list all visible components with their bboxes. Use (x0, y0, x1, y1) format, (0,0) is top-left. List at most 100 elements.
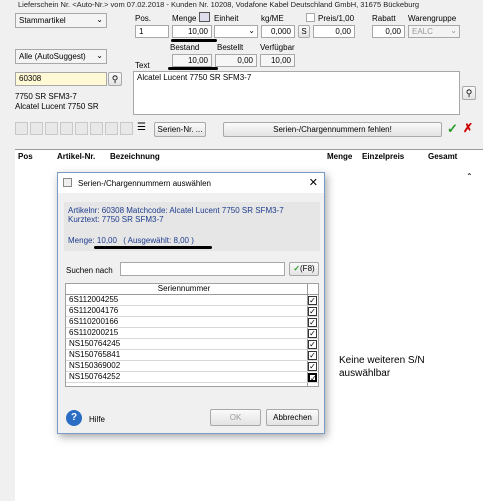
chevron-down-icon: ⌄ (96, 51, 103, 60)
col-menge: Menge (327, 152, 353, 161)
article-number-input[interactable]: 60308 (15, 72, 107, 86)
serial-row[interactable]: 6S110200215 ✓ (66, 328, 318, 339)
pos-label: Pos. (135, 14, 152, 23)
menge-selection-mark (94, 246, 212, 249)
checkbox-checked-icon[interactable]: ✓ (308, 340, 317, 349)
price-flag-box[interactable] (306, 13, 315, 22)
grid-scroll-arrow-icon[interactable]: ⌃ (466, 172, 473, 181)
search-icon: ⚲ (111, 74, 119, 84)
col-gesamt: Gesamt (428, 152, 458, 161)
list-icon[interactable]: ☰ (137, 122, 150, 135)
info-kurztext: Kurztext: 7750 SR SFM3-7 (68, 215, 164, 224)
bestand-highlight-mark (168, 67, 218, 70)
calendar-icon (199, 12, 210, 22)
serial-row[interactable]: NS150764252 ✓ (66, 372, 318, 383)
search-label: Suchen nach (66, 266, 113, 275)
edit-row-icon[interactable] (60, 122, 73, 135)
rabatt-label: Rabatt (372, 14, 396, 23)
check-icon: ✓ (293, 264, 301, 273)
dialog-title: Serien-/Chargennummern auswählen (78, 179, 211, 188)
bestellt-value: 0,00 (215, 54, 257, 67)
annotation-text: Keine weiteren S/N auswählbar (339, 355, 425, 379)
chevron-down-icon: ⌄ (248, 26, 255, 35)
rabatt-input[interactable]: 0,00 (372, 25, 405, 38)
warengruppe-label: Warengruppe (408, 14, 457, 23)
info-artikel: Artikelnr: 60308 Matchcode: Alcatel Luce… (68, 206, 284, 215)
outdent-icon[interactable] (120, 122, 133, 135)
autosuggest-select[interactable]: Alle (AutoSuggest) ⌄ (15, 49, 107, 64)
col-bezeichnung: Bezeichnung (110, 152, 160, 161)
abbrechen-button[interactable]: Abbrechen (266, 409, 319, 426)
chevron-down-icon: ⌄ (450, 26, 457, 35)
close-icon[interactable]: ✕ (309, 176, 318, 189)
col-einzelpreis: Einzelpreis (362, 152, 405, 161)
menge-label: Menge (172, 14, 197, 23)
serial-row[interactable]: NS150369002 ✓ (66, 361, 318, 372)
article-text-area[interactable]: Alcatel Lucent 7750 SR SFM3-7 (133, 71, 460, 115)
position-toolbar: ☰ (15, 122, 155, 136)
menge-input[interactable]: 10,00 (172, 25, 212, 38)
new-row-icon[interactable] (15, 122, 28, 135)
pos-input[interactable]: 1 (135, 25, 169, 38)
checkbox-checked-icon[interactable]: ✓ (308, 329, 317, 338)
cancel-x-icon[interactable]: ✗ (463, 121, 473, 135)
col-artikel: Artikel-Nr. (57, 152, 96, 161)
grid-header: Pos Artikel-Nr. Bezeichnung Menge Einzel… (15, 150, 483, 162)
preis-label: Preis/1,00 (318, 14, 355, 23)
bestellt-label: Bestellt (217, 43, 244, 52)
confirm-check-icon[interactable]: ✓ (447, 121, 458, 137)
checkbox-checked-icon[interactable]: ✓ (308, 351, 317, 360)
bestand-value: 10,00 (172, 54, 212, 67)
help-icon[interactable]: ? (66, 410, 82, 426)
copy-row-icon[interactable] (30, 122, 43, 135)
serial-dialog: Serien-/Chargennummern auswählen ✕ Artik… (57, 172, 325, 434)
einheit-select[interactable]: ⌄ (214, 25, 258, 38)
checkbox-checked-icon[interactable]: ✓ (308, 373, 317, 383)
kg-input[interactable]: 0,000 (261, 25, 295, 38)
serial-row[interactable]: 6S112004176 ✓ (66, 306, 318, 317)
f8-search-button[interactable]: ✓(F8) (289, 262, 319, 276)
menge-highlight-mark (171, 39, 217, 42)
article-shorttext: 7750 SR SFM3-7 (15, 92, 77, 101)
indent-icon[interactable] (105, 122, 118, 135)
verfuegbar-label: Verfügbar (260, 43, 295, 52)
chevron-down-icon: ⌄ (96, 15, 103, 24)
einheit-label: Einheit (214, 14, 239, 23)
checkbox-checked-icon[interactable]: ✓ (308, 318, 317, 327)
dialog-app-icon (63, 178, 72, 187)
bestand-label: Bestand (170, 43, 200, 52)
checkbox-checked-icon[interactable]: ✓ (308, 307, 317, 316)
serien-nr-button[interactable]: Serien-Nr. ... (154, 122, 206, 137)
info-menge: Menge: 10,00 ( Ausgewählt: 8,00 ) (68, 236, 194, 245)
checkbox-checked-icon[interactable]: ✓ (308, 362, 317, 371)
move-up-icon[interactable] (75, 122, 88, 135)
warengruppe-select[interactable]: EALC ⌄ (408, 25, 460, 38)
serial-row[interactable]: 6S110200166 ✓ (66, 317, 318, 328)
s-button[interactable]: S (298, 25, 310, 38)
serial-list-header: Seriennummer (66, 284, 318, 295)
ok-button[interactable]: OK (210, 409, 261, 426)
kg-label: kg/ME (261, 14, 284, 23)
dialog-titlebar: Serien-/Chargennummern auswählen ✕ (58, 173, 324, 193)
serial-row[interactable]: 6S112004255 ✓ (66, 295, 318, 306)
search-icon: ⚲ (465, 88, 473, 98)
article-type-select[interactable]: Stammartikel ⌄ (15, 13, 107, 28)
checkbox-checked-icon[interactable]: ✓ (308, 296, 317, 305)
help-label[interactable]: Hilfe (89, 415, 105, 424)
document-header: Lieferschein Nr. <Auto-Nr.> vom 07.02.20… (18, 0, 420, 9)
serial-row[interactable]: NS150765841 ✓ (66, 350, 318, 361)
article-search-button[interactable]: ⚲ (108, 72, 122, 86)
article-matchcode: Alcatel Lucent 7750 SR (15, 102, 99, 111)
col-pos: Pos (18, 152, 33, 161)
text-search-button[interactable]: ⚲ (462, 86, 476, 100)
serial-missing-button[interactable]: Serien-/Chargennummern fehlen! (223, 122, 442, 137)
delete-row-icon[interactable] (45, 122, 58, 135)
preis-input[interactable]: 0,00 (313, 25, 355, 38)
move-down-icon[interactable] (90, 122, 103, 135)
serial-row[interactable]: NS150764245 ✓ (66, 339, 318, 350)
text-label: Text (135, 61, 150, 70)
verfuegbar-value: 10,00 (260, 54, 295, 67)
serial-list[interactable]: Seriennummer 6S112004255 ✓ 6S112004176 ✓ 6… (65, 283, 319, 387)
dialog-info-panel: Artikelnr: 60308 Matchcode: Alcatel Luce… (64, 202, 320, 251)
serial-search-input[interactable] (120, 262, 285, 276)
